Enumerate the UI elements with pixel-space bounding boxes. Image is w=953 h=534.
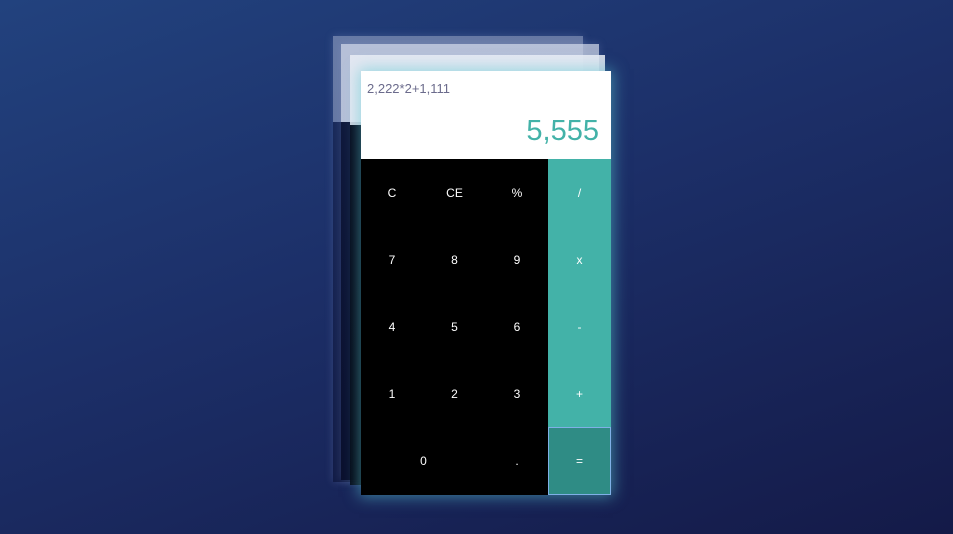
clear-button[interactable]: C bbox=[361, 159, 423, 226]
digit-3-button[interactable]: 3 bbox=[486, 360, 548, 427]
add-button[interactable]: + bbox=[548, 360, 611, 427]
clear-entry-button[interactable]: CE bbox=[423, 159, 486, 226]
result-readout: 5,555 bbox=[526, 115, 599, 147]
digit-2-button[interactable]: 2 bbox=[423, 360, 486, 427]
digit-1-button[interactable]: 1 bbox=[361, 360, 423, 427]
calculator: 2,222*2+1,111 5,555 C CE % / 7 8 9 x 4 5… bbox=[361, 71, 611, 495]
subtract-button[interactable]: - bbox=[548, 293, 611, 360]
keypad: C CE % / 7 8 9 x 4 5 6 - 1 2 3 + 0 . = bbox=[361, 159, 611, 495]
digit-7-button[interactable]: 7 bbox=[361, 226, 423, 293]
digit-9-button[interactable]: 9 bbox=[486, 226, 548, 293]
divide-button[interactable]: / bbox=[548, 159, 611, 226]
digit-4-button[interactable]: 4 bbox=[361, 293, 423, 360]
equals-button[interactable]: = bbox=[548, 427, 611, 495]
calculator-display: 2,222*2+1,111 5,555 bbox=[361, 71, 611, 159]
percent-button[interactable]: % bbox=[486, 159, 548, 226]
decimal-button[interactable]: . bbox=[486, 427, 548, 495]
digit-5-button[interactable]: 5 bbox=[423, 293, 486, 360]
multiply-button[interactable]: x bbox=[548, 226, 611, 293]
digit-8-button[interactable]: 8 bbox=[423, 226, 486, 293]
expression-readout: 2,222*2+1,111 bbox=[367, 81, 451, 96]
digit-6-button[interactable]: 6 bbox=[486, 293, 548, 360]
digit-0-button[interactable]: 0 bbox=[361, 427, 486, 495]
